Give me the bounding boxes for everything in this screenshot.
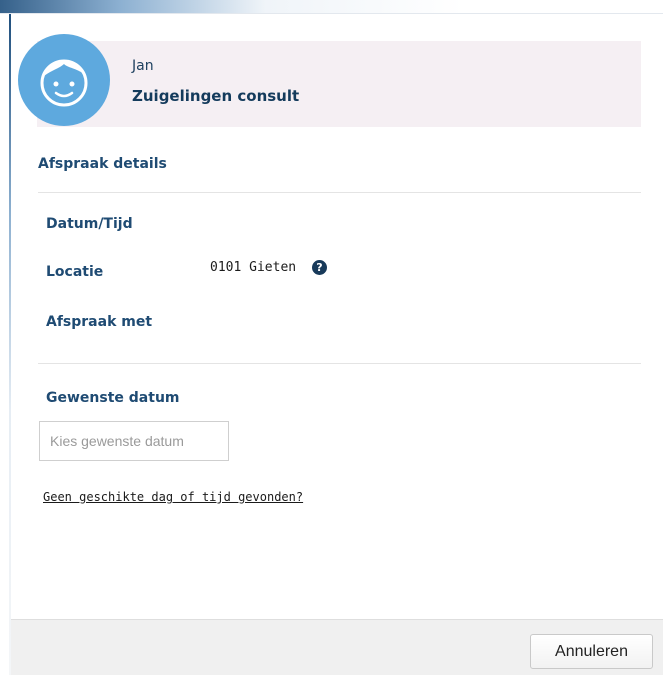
- preferred-date-input[interactable]: [39, 421, 229, 461]
- appointment-details-heading: Afspraak details: [38, 156, 167, 172]
- appointment-dialog: Jan Zuigelingen consult Afspraak details…: [11, 14, 663, 675]
- patient-card: [37, 41, 641, 127]
- top-accent-bar: [0, 0, 663, 14]
- datetime-label: Datum/Tijd: [46, 216, 133, 232]
- baby-face-icon: [18, 34, 110, 126]
- details-divider: [38, 192, 641, 193]
- location-label: Locatie: [46, 264, 104, 280]
- no-suitable-slot-link[interactable]: Geen geschikte dag of tijd gevonden?: [43, 490, 303, 504]
- page: Jan Zuigelingen consult Afspraak details…: [0, 0, 663, 675]
- dialog-footer: Annuleren: [11, 619, 663, 675]
- appointment-with-label: Afspraak met: [46, 314, 153, 330]
- patient-name: Jan: [132, 58, 154, 74]
- cancel-button[interactable]: Annuleren: [530, 634, 653, 669]
- preferred-date-divider: [38, 363, 641, 364]
- question-circle-icon[interactable]: ?: [312, 260, 327, 275]
- location-value: 0101 Gieten: [210, 260, 297, 275]
- appointment-type: Zuigelingen consult: [132, 87, 300, 105]
- preferred-date-label: Gewenste datum: [46, 390, 180, 406]
